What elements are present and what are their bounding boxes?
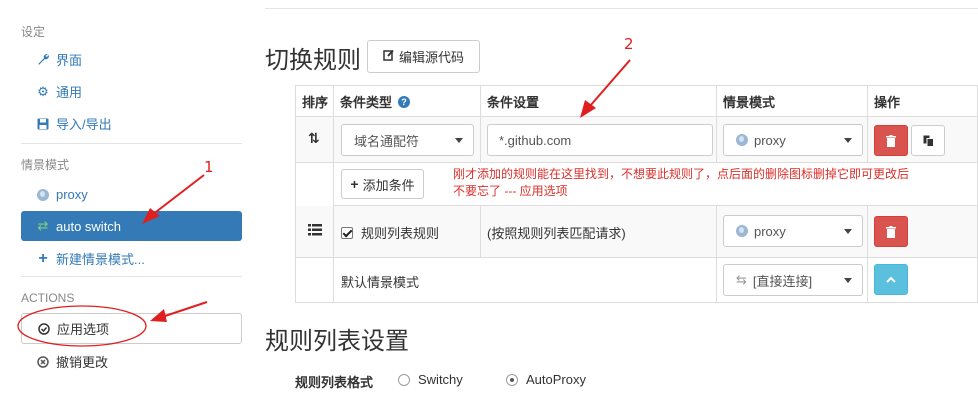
marker-2: 2 [624,35,634,53]
edit-source-button[interactable]: 编辑源代码 [367,40,480,73]
rule-list-rule: 规则列表规则 [341,223,439,242]
floppy-icon [35,118,51,130]
apply-options-button[interactable]: 应用选项 [21,313,242,344]
divider [21,143,242,144]
header-label: 条件类型 [340,95,393,110]
delete-rule-list-button[interactable] [874,216,908,247]
sidebar-item-label: auto switch [56,218,122,234]
marker-1: 1 [204,158,214,176]
divider [265,8,978,9]
check-circle-icon [36,322,52,335]
edit-source-label: 编辑源代码 [398,50,464,65]
sidebar-item-import-export[interactable]: 导入/导出 [21,109,242,138]
direct-connect-icon: ⇆ [736,272,747,287]
plus-icon: + [350,176,359,192]
settings-section-label: 设定 [21,25,46,39]
caret-down-icon [455,138,463,143]
wrench-icon [35,53,51,66]
rule-list-settings-title: 规则列表设置 [265,327,409,355]
add-condition-label: 添加条件 [362,177,415,193]
format-autoproxy-radio[interactable]: AutoProxy [506,372,586,387]
delete-rule-button[interactable] [874,125,908,156]
header-profile: 情景模式 [723,95,776,110]
sidebar-item-label: 通用 [56,85,83,100]
x-circle-icon [35,355,51,368]
rule-list-checkbox[interactable] [341,226,353,239]
profiles-section-label: 情景模式 [21,158,70,172]
caret-down-icon [844,278,852,283]
gear-icon: ⚙ [37,83,49,99]
select-value: proxy [754,132,786,148]
condition-type-select[interactable]: 域名通配符 [341,124,474,156]
discard-changes-button[interactable]: 撤销更改 [21,347,242,376]
radio-icon [506,373,518,386]
select-value: [直接连接] [752,273,813,289]
add-condition-button[interactable]: + 添加条件 [341,169,424,199]
apply-options-label: 应用选项 [57,322,110,337]
default-profile-label: 默认情景模式 [341,275,420,290]
header-condition-type: 条件类型 ? [340,86,411,117]
input-value: *.github.com [499,132,572,148]
sidebar-item-label: 导入/导出 [56,117,112,132]
chevron-up-icon [886,276,896,283]
sidebar-item-label: proxy [56,187,88,202]
copy-icon [923,135,934,147]
caret-down-icon [844,229,852,234]
discard-changes-label: 撤销更改 [56,355,109,370]
switch-rules-title: 切换规则 [265,46,361,74]
collapse-button[interactable] [874,264,908,295]
globe-icon [736,225,748,237]
select-value: proxy [754,223,786,239]
rule-profile-select[interactable]: proxy [723,124,863,156]
help-icon[interactable]: ? [398,95,411,108]
sidebar-item-auto-switch[interactable]: ⇄ auto switch [21,211,242,241]
sidebar: 设定 界面 ⚙ 通用 导入/导出 情景模式 proxy ⇄ auto switc… [0,0,250,409]
plus-icon: + [38,249,48,267]
header-actions: 操作 [874,95,901,110]
list-icon [308,224,322,239]
rule-list-setting: (按照规则列表匹配请求) [487,226,626,241]
trash-icon [886,134,896,147]
globe-icon [736,134,748,146]
sidebar-item-general[interactable]: ⚙ 通用 [21,77,242,106]
edit-icon [383,49,395,64]
sort-handle-icon[interactable]: ⇅ [308,130,320,147]
sidebar-item-interface[interactable]: 界面 [21,45,242,74]
rules-table: 排序 条件类型 ? 条件设置 情景模式 操作 ⇅ 域名通配符 *.github.… [295,85,978,303]
condition-pattern-input[interactable]: *.github.com [487,124,713,156]
radio-icon [398,373,410,386]
globe-icon [35,188,51,201]
red-annotation-note: 刚才添加的规则能在这里找到，不想要此规则了，点后面的删除图标删掉它即可更改后不要… [453,167,910,198]
rule-list-format-label: 规则列表格式 [295,375,374,390]
header-order: 排序 [302,95,329,110]
sidebar-item-label: 新建情景模式... [56,252,145,267]
default-profile-select[interactable]: ⇆ [直接连接] [723,264,863,296]
rule-list-label: 规则列表规则 [361,226,440,241]
divider [21,276,242,277]
sidebar-item-proxy[interactable]: proxy [21,180,242,209]
switch-icon: ⇄ [37,218,49,233]
sidebar-item-label: 界面 [56,53,83,68]
caret-down-icon [844,138,852,143]
actions-section-label: ACTIONS [21,291,75,305]
radio-label: AutoProxy [526,372,586,387]
radio-label: Switchy [418,372,463,387]
trash-icon [886,225,896,238]
select-value: 域名通配符 [354,133,420,149]
clone-rule-button[interactable] [911,125,945,156]
sidebar-item-new-profile[interactable]: + 新建情景模式... [21,244,242,273]
format-switchy-radio[interactable]: Switchy [398,372,463,387]
rule-list-profile-select[interactable]: proxy [723,215,863,247]
header-condition-setting: 条件设置 [487,95,540,110]
